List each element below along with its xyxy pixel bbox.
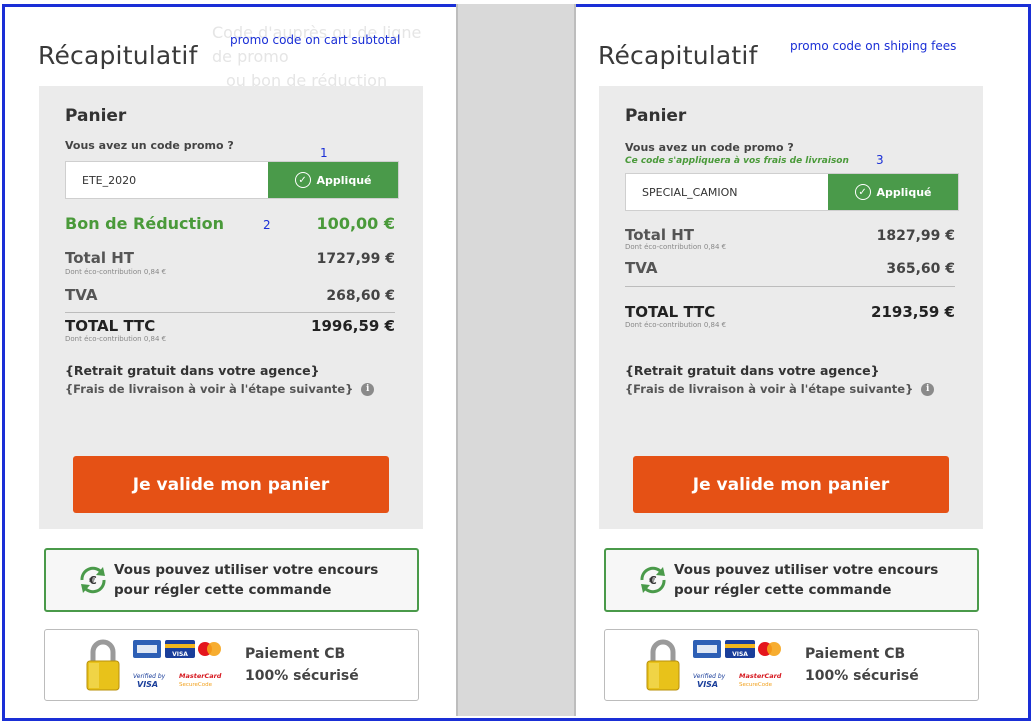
promo-code-box: ✓ Appliqué xyxy=(65,161,399,199)
encours-notice[interactable]: € Vous pouvez utiliser votre encours pou… xyxy=(44,548,419,612)
euro-refresh-icon: € xyxy=(640,566,666,594)
secure-payment-box: VISA Verified by VISA MasterCard SecureC… xyxy=(604,629,979,701)
total-ht-label: Total HT xyxy=(625,226,694,244)
padlock-icon xyxy=(646,639,680,691)
total-ht-value: 1827,99 € xyxy=(876,228,955,244)
padlock-icon xyxy=(86,639,120,691)
validate-cart-button[interactable]: Je valide mon panier xyxy=(633,456,949,513)
svg-text:MasterCard: MasterCard xyxy=(179,672,222,680)
discount-row: Bon de Réduction 100,00 € xyxy=(65,214,395,233)
svg-text:SecureCode: SecureCode xyxy=(179,682,213,688)
promo-code-input[interactable] xyxy=(626,174,828,210)
svg-text:VISA: VISA xyxy=(137,680,158,689)
totals-separator xyxy=(625,286,955,287)
annotation-marker-2: 2 xyxy=(263,218,271,232)
column-divider xyxy=(456,4,576,716)
eco-contribution-note: Dont éco-contribution 0,84 € xyxy=(65,335,167,343)
svg-text:MasterCard: MasterCard xyxy=(739,672,782,680)
summary-column-right: Récapitulatif promo code on shiping fees… xyxy=(586,7,986,713)
svg-text:VISA: VISA xyxy=(732,651,748,658)
cart-title: Panier xyxy=(65,106,127,126)
frais-info: {Frais de livraison à voir à l'étape sui… xyxy=(65,382,375,396)
annotation-marker-3: 3 xyxy=(876,153,884,167)
info-icon[interactable]: i xyxy=(921,382,935,396)
annotation-marker-1: 1 xyxy=(320,146,328,160)
total-ht-value: 1727,99 € xyxy=(316,251,395,267)
svg-text:VISA: VISA xyxy=(697,680,718,689)
summary-title: Récapitulatif xyxy=(38,41,198,70)
cart-panel: Panier Vous avez un code promo ? 1 ✓ App… xyxy=(39,86,423,529)
annotation-label: promo code on cart subtotal xyxy=(230,33,401,47)
svg-text:€: € xyxy=(648,574,657,587)
annotation-label: promo code on shiping fees xyxy=(790,39,957,53)
cart-title: Panier xyxy=(625,106,687,126)
total-ttc-value: 1996,59 € xyxy=(311,317,395,335)
promo-applied-button[interactable]: ✓ Appliqué xyxy=(268,162,398,198)
total-ttc-label: TOTAL TTC xyxy=(625,303,716,321)
total-ttc-label: TOTAL TTC xyxy=(65,317,156,335)
cart-panel: Panier Vous avez un code promo ? Ce code… xyxy=(599,86,983,529)
promo-note: Ce code s'appliquera à vos frais de livr… xyxy=(625,156,849,166)
totals-separator xyxy=(65,312,395,313)
svg-text:€: € xyxy=(88,574,97,587)
promo-question: Vous avez un code promo ? xyxy=(625,141,794,154)
card-logos-icon: VISA Verified by VISA MasterCard SecureC… xyxy=(133,640,222,689)
total-ht-row: Total HT 1827,99 € xyxy=(625,226,955,244)
promo-applied-button[interactable]: ✓ Appliqué xyxy=(828,174,958,210)
info-icon[interactable]: i xyxy=(361,382,375,396)
svg-text:SecureCode: SecureCode xyxy=(739,682,773,688)
frais-info: {Frais de livraison à voir à l'étape sui… xyxy=(625,382,935,396)
total-ttc-row: TOTAL TTC 2193,59 € xyxy=(625,303,955,321)
discount-value: 100,00 € xyxy=(316,214,395,233)
encours-notice[interactable]: € Vous pouvez utiliser votre encours pou… xyxy=(604,548,979,612)
secure-payment-text: Paiement CB 100% sécurisé xyxy=(245,646,359,684)
promo-code-box: ✓ Appliqué xyxy=(625,173,959,211)
summary-title: Récapitulatif xyxy=(598,41,758,70)
secure-payment-box: VISA Verified by VISA MasterCard SecureC… xyxy=(44,629,419,701)
total-ht-label: Total HT xyxy=(65,249,134,267)
tva-value: 268,60 € xyxy=(326,288,395,304)
validate-cart-button[interactable]: Je valide mon panier xyxy=(73,456,389,513)
eco-contribution-note: Dont éco-contribution 0,84 € xyxy=(625,321,727,329)
card-logos-icon: VISA Verified by VISA MasterCard SecureC… xyxy=(693,640,782,689)
encours-text: Vous pouvez utiliser votre encours pour … xyxy=(114,562,379,598)
promo-code-input[interactable] xyxy=(66,162,268,198)
svg-text:VISA: VISA xyxy=(172,651,188,658)
secure-payment-text: Paiement CB 100% sécurisé xyxy=(805,646,919,684)
tva-row: TVA 365,60 € xyxy=(625,259,955,277)
tva-value: 365,60 € xyxy=(886,261,955,277)
eco-contribution-note: Dont éco-contribution 0,84 € xyxy=(65,268,167,276)
tva-label: TVA xyxy=(625,259,658,277)
euro-refresh-icon: € xyxy=(80,566,106,594)
svg-text:Verified by: Verified by xyxy=(693,673,726,680)
total-ttc-value: 2193,59 € xyxy=(871,303,955,321)
discount-label: Bon de Réduction xyxy=(65,214,225,233)
encours-text: Vous pouvez utiliser votre encours pour … xyxy=(674,562,939,598)
check-icon: ✓ xyxy=(294,172,311,188)
check-icon: ✓ xyxy=(854,184,871,200)
promo-question: Vous avez un code promo ? xyxy=(65,139,234,152)
summary-column-left: Code d'auprès ou de ligne de promo ou bo… xyxy=(26,7,426,713)
svg-text:Verified by: Verified by xyxy=(133,673,166,680)
eco-contribution-note: Dont éco-contribution 0,84 € xyxy=(625,243,727,251)
total-ht-row: Total HT 1727,99 € xyxy=(65,249,395,267)
retrait-info: {Retrait gratuit dans votre agence} xyxy=(625,363,880,378)
total-ttc-row: TOTAL TTC 1996,59 € xyxy=(65,317,395,335)
tva-row: TVA 268,60 € xyxy=(65,286,395,304)
tva-label: TVA xyxy=(65,286,98,304)
ghost-text: Code d'auprès ou de ligne de promo ou bo… xyxy=(212,23,422,90)
retrait-info: {Retrait gratuit dans votre agence} xyxy=(65,363,320,378)
